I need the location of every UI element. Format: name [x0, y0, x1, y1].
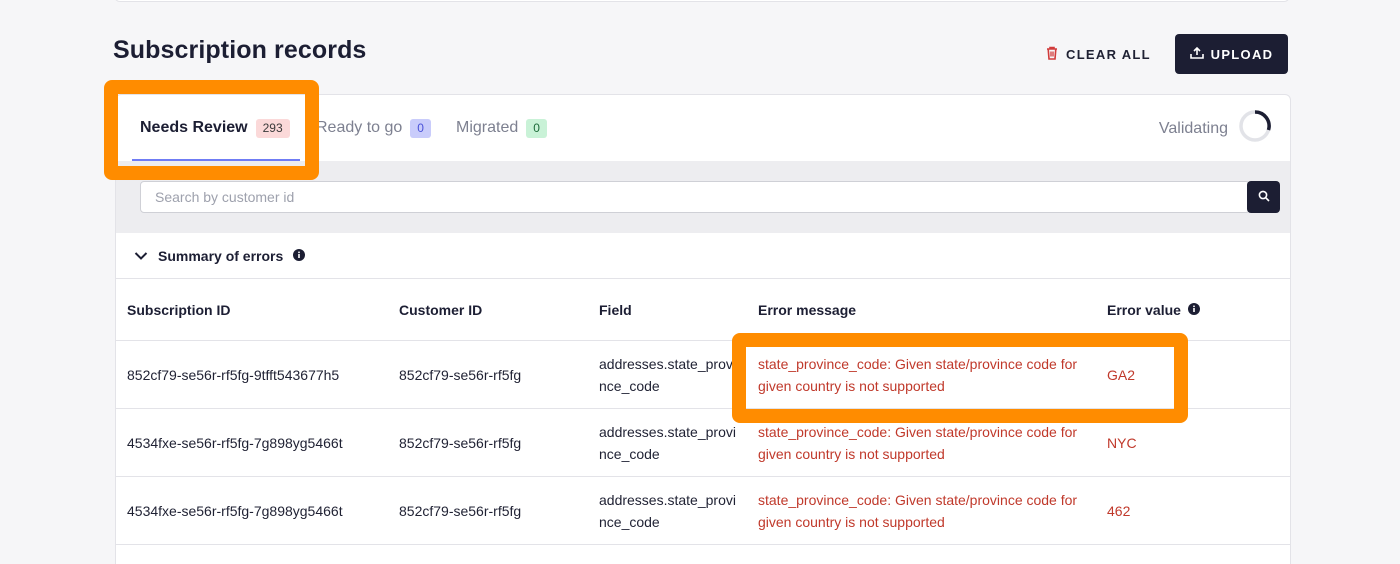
- records-panel: Needs Review 293 Ready to go 0 Migrated …: [115, 94, 1291, 564]
- column-header-customer-id: Customer ID: [399, 279, 579, 341]
- clear-all-label: CLEAR ALL: [1066, 46, 1151, 62]
- tab-migrated[interactable]: Migrated 0: [456, 95, 547, 161]
- field-cell: addresses.state_province_code: [599, 492, 736, 530]
- column-header-error-message: Error message: [758, 279, 856, 341]
- error-value-cell: 462: [1107, 503, 1131, 519]
- table-row[interactable]: 4534fxe-se56r-rf5fg-7g898yg5466t 852cf79…: [116, 409, 1290, 477]
- error-message-cell: state_province_code: Given state/provinc…: [758, 424, 1078, 462]
- table-header: Subscription ID Customer ID Field Error …: [116, 279, 1290, 341]
- column-header-error-value: Error value: [1107, 279, 1200, 341]
- clear-all-button[interactable]: CLEAR ALL: [1038, 38, 1159, 70]
- upload-button[interactable]: UPLOAD: [1175, 34, 1288, 74]
- column-header-label: Subscription ID: [127, 302, 231, 318]
- tab-bar: Needs Review 293 Ready to go 0 Migrated …: [116, 95, 1290, 161]
- customer-id-cell: 852cf79-se56r-rf5fg: [399, 435, 522, 451]
- needs-review-count-badge: 293: [255, 118, 290, 138]
- subscription-id-cell: 4534fxe-se56r-rf5fg-7g898yg5466t: [127, 435, 343, 451]
- column-header-subscription-id: Subscription ID: [127, 279, 387, 341]
- chevron-down-icon: [134, 248, 148, 264]
- migrated-count-badge: 0: [526, 118, 547, 138]
- subscription-id-cell: 4534fxe-se56r-rf5fg-7g898yg5466t: [127, 503, 343, 519]
- column-header-label: Error value: [1107, 302, 1181, 318]
- tab-ready-to-go[interactable]: Ready to go 0: [316, 95, 431, 161]
- error-message-cell: state_province_code: Given state/provinc…: [758, 356, 1078, 394]
- error-value-cell: NYC: [1107, 435, 1137, 451]
- validation-status-label: Validating: [1158, 119, 1228, 137]
- field-cell: addresses.state_province_code: [599, 356, 736, 394]
- upload-icon: [1189, 46, 1204, 62]
- summary-of-errors-toggle[interactable]: Summary of errors: [116, 233, 1290, 279]
- column-header-label: Error message: [758, 302, 857, 318]
- column-header-label: Field: [599, 302, 632, 318]
- column-header-field: Field: [599, 279, 739, 341]
- page-title: Subscription records: [113, 36, 367, 64]
- table-row[interactable]: 4534fxe-se56r-rf5fg-7g898yg5466t 852cf79…: [116, 477, 1290, 545]
- search-icon: [1258, 190, 1270, 205]
- info-icon[interactable]: [293, 248, 306, 264]
- search-button[interactable]: [1247, 181, 1280, 213]
- tab-needs-review-label: Needs Review: [140, 119, 248, 136]
- info-icon[interactable]: [1187, 302, 1200, 318]
- upload-label: UPLOAD: [1210, 46, 1274, 62]
- search-input[interactable]: [140, 181, 1250, 213]
- customer-id-cell: 852cf79-se56r-rf5fg: [399, 367, 522, 383]
- field-cell: addresses.state_province_code: [599, 424, 736, 462]
- validation-status: Validating: [1159, 109, 1272, 148]
- column-header-label: Customer ID: [399, 302, 483, 318]
- table-row[interactable]: 852cf79-se56r-rf5fg-9tfft543677h5 852cf7…: [116, 341, 1290, 409]
- ready-to-go-count-badge: 0: [410, 118, 431, 138]
- error-value-cell: GA2: [1107, 367, 1136, 383]
- tab-ready-to-go-label: Ready to go: [316, 119, 403, 136]
- summary-of-errors-label: Summary of errors: [158, 247, 284, 264]
- trash-icon: [1046, 46, 1058, 63]
- error-message-cell: state_province_code: Given state/provinc…: [758, 492, 1078, 530]
- subscription-id-cell: 852cf79-se56r-rf5fg-9tfft543677h5: [127, 367, 340, 383]
- spinner-icon: [1238, 109, 1272, 148]
- tab-migrated-label: Migrated: [456, 119, 519, 136]
- errors-table: Subscription ID Customer ID Field Error …: [116, 279, 1290, 545]
- previous-card: [114, 0, 1290, 2]
- search-bar-area: [116, 161, 1290, 233]
- customer-id-cell: 852cf79-se56r-rf5fg: [399, 503, 522, 519]
- tab-needs-review[interactable]: Needs Review 293: [140, 95, 290, 161]
